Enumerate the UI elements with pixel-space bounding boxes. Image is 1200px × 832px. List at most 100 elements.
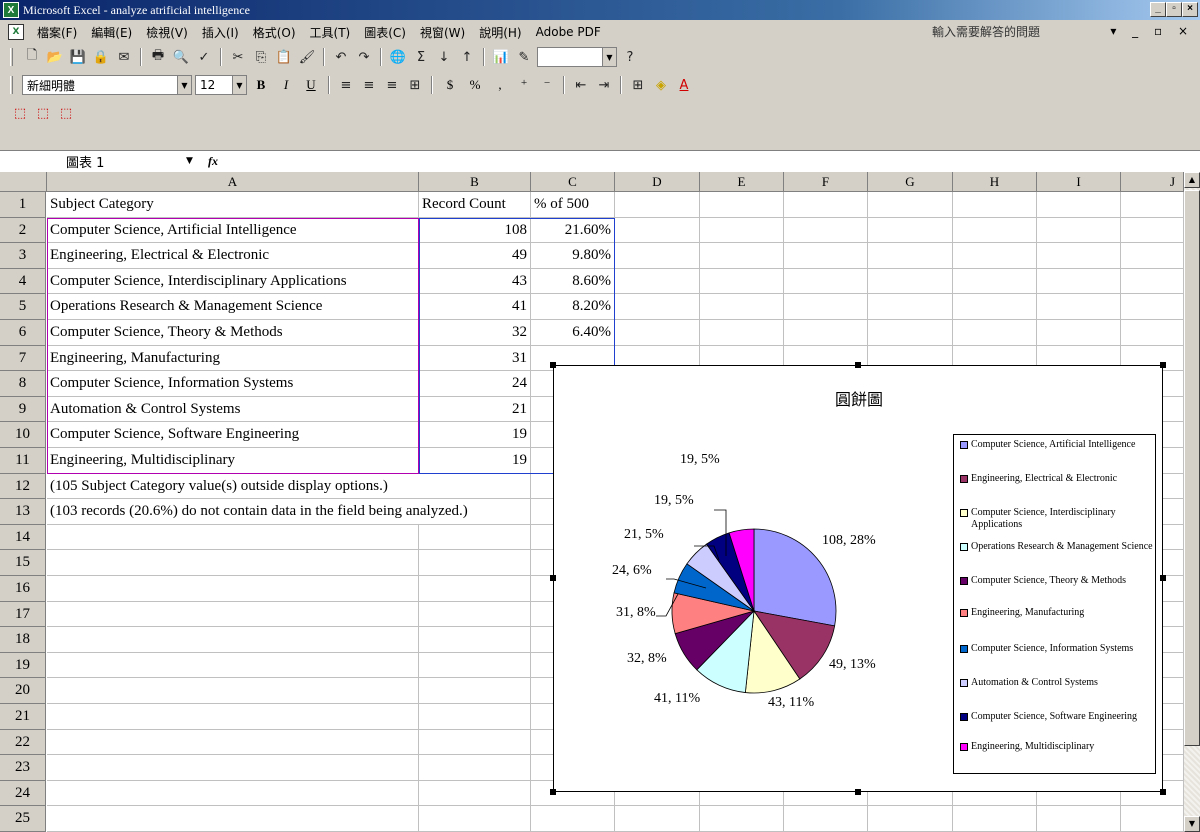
row-header[interactable]: 20	[0, 678, 46, 704]
cell[interactable]	[1037, 268, 1121, 295]
legend-item[interactable]: Automation & Control Systems	[960, 677, 1156, 689]
cell[interactable]	[1037, 320, 1121, 346]
menu-edit[interactable]: 編輯(E)	[84, 24, 139, 41]
open-icon[interactable]: 📂	[45, 47, 65, 67]
cell[interactable]	[868, 806, 953, 832]
row-header[interactable]: 19	[0, 652, 46, 679]
cell[interactable]	[419, 627, 531, 653]
data-cell[interactable]: (103 records (20.6%) do not contain data…	[47, 499, 468, 525]
cell[interactable]	[868, 268, 953, 295]
drawing-icon[interactable]: ✎	[514, 47, 534, 67]
cell[interactable]	[953, 243, 1037, 269]
row-header[interactable]: 7	[0, 345, 46, 372]
cell[interactable]	[419, 780, 531, 807]
workbook-icon[interactable]: X	[8, 24, 24, 40]
vertical-scrollbar[interactable]: ▲ ▼	[1184, 172, 1200, 832]
cell[interactable]	[868, 294, 953, 320]
cell[interactable]	[700, 320, 784, 346]
excel-app-icon[interactable]: X	[3, 2, 19, 18]
cell[interactable]	[868, 243, 953, 269]
data-cell[interactable]: % of 500	[531, 192, 615, 218]
data-cell[interactable]: 9.80%	[531, 243, 615, 269]
cell[interactable]	[1037, 217, 1121, 244]
data-cell[interactable]: Computer Science, Software Engineering	[47, 422, 419, 448]
data-cell[interactable]: Subject Category	[47, 192, 419, 218]
menu-insert[interactable]: 插入(I)	[195, 24, 246, 41]
data-cell[interactable]: Computer Science, Information Systems	[47, 371, 419, 397]
italic-button[interactable]: I	[275, 75, 297, 95]
cell[interactable]	[784, 217, 868, 244]
cell[interactable]	[784, 243, 868, 269]
data-cell[interactable]: 19	[419, 422, 531, 448]
cell[interactable]	[700, 243, 784, 269]
cell[interactable]	[419, 806, 531, 832]
minimize-button[interactable]: _	[1150, 2, 1166, 17]
data-cell[interactable]: Record Count	[419, 192, 531, 218]
document-window-controls[interactable]: ▾ _ ▫ ×	[1110, 24, 1194, 38]
toolbar-grip[interactable]	[10, 76, 13, 94]
row-header[interactable]: 14	[0, 524, 46, 551]
cell[interactable]	[419, 601, 531, 628]
data-cell[interactable]: Computer Science, Theory & Methods	[47, 320, 419, 346]
row-header[interactable]: 6	[0, 320, 46, 346]
data-cell[interactable]: 43	[419, 268, 531, 295]
row-header[interactable]: 21	[0, 704, 46, 730]
merge-center-icon[interactable]: ⊞	[405, 75, 425, 95]
cell[interactable]	[784, 806, 868, 832]
cell[interactable]	[700, 806, 784, 832]
column-header-b[interactable]: B	[419, 172, 531, 192]
cell[interactable]	[615, 320, 700, 346]
cell[interactable]	[1037, 192, 1121, 218]
font-size-select[interactable]: 12 ▼	[195, 75, 247, 95]
cell[interactable]	[1121, 294, 1184, 320]
cell[interactable]	[531, 806, 615, 832]
cell[interactable]	[419, 524, 531, 551]
pie-data-label[interactable]: 43, 11%	[768, 695, 814, 710]
menu-format[interactable]: 格式(O)	[246, 24, 303, 41]
copy-icon[interactable]: ⎘	[251, 47, 271, 67]
cell[interactable]	[700, 192, 784, 218]
row-header[interactable]: 1	[0, 192, 46, 218]
cell[interactable]	[615, 294, 700, 320]
cell[interactable]	[419, 729, 531, 756]
cell[interactable]	[47, 729, 419, 756]
legend-item[interactable]: Engineering, Electrical & Electronic	[960, 473, 1156, 485]
underline-button[interactable]: U	[300, 75, 322, 95]
cell[interactable]	[1121, 320, 1184, 346]
row-header[interactable]: 22	[0, 729, 46, 756]
cell[interactable]	[419, 755, 531, 781]
currency-button[interactable]: $	[439, 75, 461, 95]
pie-data-label[interactable]: 49, 13%	[829, 657, 876, 672]
decrease-indent-icon[interactable]: ⇤	[571, 75, 591, 95]
restore-button[interactable]: ▫	[1166, 2, 1182, 17]
legend-item[interactable]: Computer Science, Information Systems	[960, 643, 1156, 655]
autosum-icon[interactable]: Σ	[411, 47, 431, 67]
cell[interactable]	[784, 268, 868, 295]
close-button[interactable]: ×	[1182, 2, 1198, 17]
legend-item[interactable]: Computer Science, Theory & Methods	[960, 575, 1156, 587]
select-all-corner[interactable]	[0, 172, 47, 192]
pie-data-label[interactable]: 21, 5%	[624, 527, 664, 542]
cell[interactable]	[47, 576, 419, 602]
row-header[interactable]: 17	[0, 601, 46, 628]
cell[interactable]	[419, 550, 531, 576]
cell[interactable]	[1121, 243, 1184, 269]
data-cell[interactable]: 21	[419, 396, 531, 423]
cell[interactable]	[700, 268, 784, 295]
menu-tools[interactable]: 工具(T)	[303, 24, 358, 41]
data-cell[interactable]: 41	[419, 294, 531, 320]
cell[interactable]	[615, 806, 700, 832]
cell[interactable]	[1121, 268, 1184, 295]
row-header[interactable]: 4	[0, 268, 46, 295]
data-cell[interactable]: 49	[419, 243, 531, 269]
cell[interactable]	[419, 678, 531, 704]
cell[interactable]	[47, 524, 419, 551]
chart-wizard-icon[interactable]: 📊	[491, 47, 511, 67]
cell[interactable]	[700, 217, 784, 244]
new-icon[interactable]: 🗋	[22, 47, 42, 67]
cell[interactable]	[47, 550, 419, 576]
undo-icon[interactable]: ↶	[331, 47, 351, 67]
chart-legend[interactable]: Computer Science, Artificial Intelligenc…	[953, 434, 1156, 774]
chevron-down-icon[interactable]: ▼	[186, 156, 193, 166]
cell[interactable]	[47, 627, 419, 653]
